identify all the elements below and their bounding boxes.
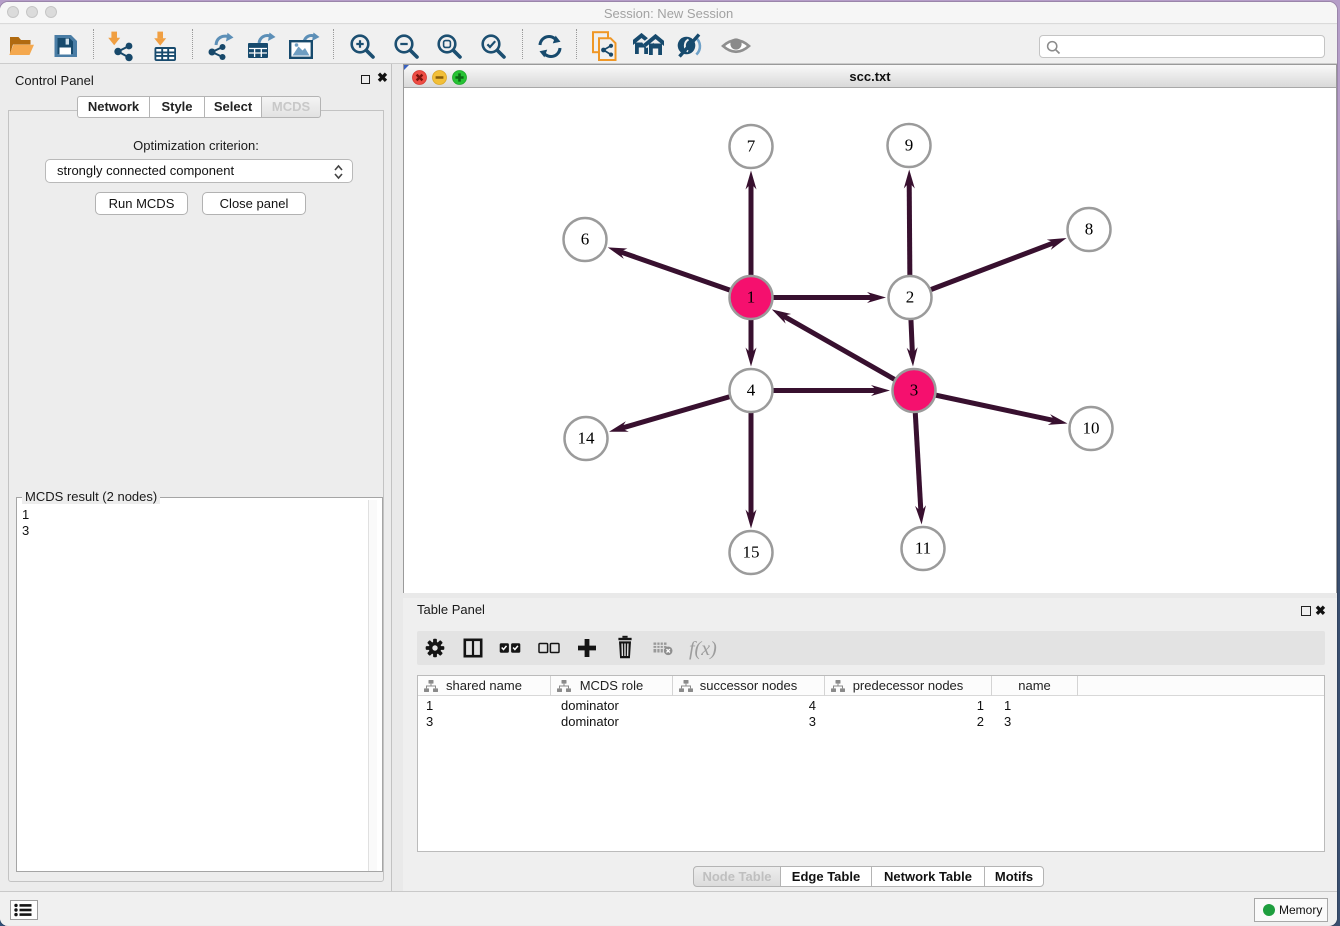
svg-text:15: 15	[743, 543, 760, 562]
svg-text:f(x): f(x)	[689, 638, 717, 660]
svg-text:7: 7	[747, 137, 756, 156]
svg-text:3: 3	[910, 381, 919, 400]
svg-text:9: 9	[905, 136, 914, 155]
svg-text:8: 8	[1085, 220, 1094, 239]
svg-text:10: 10	[1083, 419, 1100, 438]
svg-text:14: 14	[578, 429, 596, 448]
svg-text:2: 2	[906, 288, 915, 307]
svg-text:1: 1	[747, 288, 756, 307]
svg-text:11: 11	[915, 539, 931, 558]
svg-text:4: 4	[747, 381, 756, 400]
svg-text:6: 6	[581, 230, 590, 249]
